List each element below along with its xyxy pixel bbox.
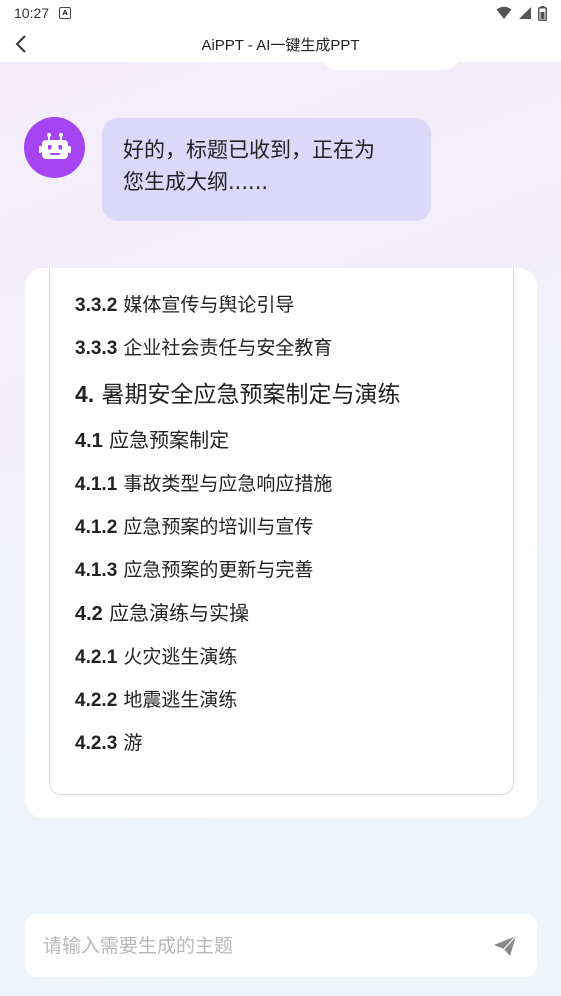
outline-item: 4.2 应急演练与实操	[75, 601, 250, 625]
back-arrow-icon[interactable]	[10, 32, 34, 56]
ai-message-line: 您生成大纲......	[123, 170, 269, 194]
page-title: AiPPT - AI一键生成PPT	[201, 36, 360, 54]
status-icons	[496, 5, 547, 21]
ai-message-line: 好的，标题已收到，正在为	[123, 138, 375, 162]
battery-icon	[538, 5, 547, 21]
outline-item: 4. 暑期安全应急预案制定与演练	[75, 381, 401, 408]
topic-input[interactable]	[43, 934, 491, 957]
send-button[interactable]	[491, 932, 519, 960]
status-time: 10:27	[14, 5, 50, 21]
outline-item: 4.2.3 游	[75, 732, 143, 754]
outline-item: 4.1.3 应急预案的更新与完善	[75, 559, 314, 581]
outline-card: ········································…	[25, 268, 537, 818]
outline-item: 3.3.3 企业社会责任与安全教育	[75, 337, 333, 359]
input-bar	[25, 914, 537, 977]
outline-item: 4.1 应急预案制定	[75, 428, 230, 452]
outline-item: 4.2.2 地震逃生演练	[75, 689, 238, 711]
previous-user-bubble	[320, 54, 460, 70]
outline-item: 4.2.1 火灾逃生演练	[75, 646, 238, 668]
ai-message-bubble: 好的，标题已收到，正在为 您生成大纲......	[102, 118, 431, 221]
send-icon	[494, 935, 517, 956]
signal-icon	[519, 7, 531, 19]
ai-avatar	[24, 117, 85, 178]
notification-icon: A	[59, 7, 72, 19]
app-bar: AiPPT - AI一键生成PPT	[0, 26, 561, 62]
wifi-icon	[496, 6, 512, 19]
outline-item: 4.1.2 应急预案的培训与宣传	[75, 516, 314, 538]
status-bar: 10:27 A	[0, 0, 561, 26]
robot-icon	[38, 132, 71, 159]
outline-item: 3.3.2 媒体宣传与舆论引导	[75, 294, 295, 316]
outline-item: 4.1.1 事故类型与应急响应措施	[75, 473, 333, 495]
outline-item-partial: ········································…	[75, 268, 323, 272]
outline-scroll-area[interactable]: ········································…	[49, 268, 514, 795]
